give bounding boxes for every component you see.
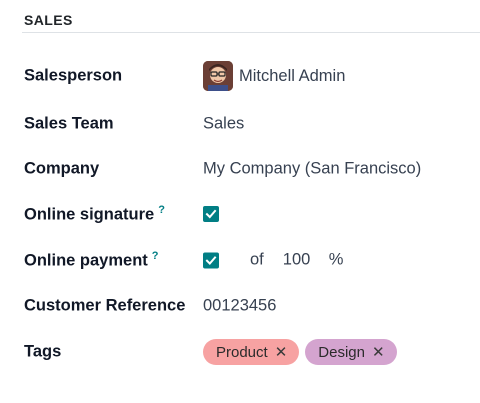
checkmark-icon	[205, 209, 217, 219]
sales-team-label: Sales Team	[24, 114, 114, 133]
online-payment-field: of 100 %	[203, 251, 343, 270]
tags-field[interactable]: Product ✕ Design ✕	[203, 339, 403, 365]
salesperson-label: Salesperson	[24, 66, 123, 85]
company-row: Company My Company (San Francisco)	[0, 153, 480, 185]
customer-reference-label: Customer Reference	[24, 296, 186, 315]
tag-label: Design	[318, 343, 365, 361]
online-signature-label: Online signature?	[24, 204, 165, 225]
salesperson-row: Salesperson Mitchell Admin	[0, 60, 480, 92]
tags-row: Tags Product ✕ Design ✕	[0, 336, 480, 368]
company-label: Company	[24, 159, 100, 178]
help-icon[interactable]: ?	[158, 204, 165, 216]
online-signature-row: Online signature?	[0, 198, 480, 230]
salesperson-field[interactable]: Mitchell Admin	[203, 61, 345, 91]
online-payment-label-text: Online payment	[24, 251, 148, 270]
customer-reference-field[interactable]: 00123456	[203, 297, 276, 316]
close-icon[interactable]: ✕	[275, 343, 288, 361]
close-icon[interactable]: ✕	[372, 343, 385, 361]
online-payment-label: Online payment?	[24, 250, 159, 271]
online-payment-row: Online payment? of 100 %	[0, 244, 480, 276]
online-signature-field	[203, 206, 219, 222]
sales-team-row: Sales Team Sales	[0, 108, 480, 140]
prepayment-percent-input[interactable]: 100	[283, 251, 313, 270]
salesperson-value: Mitchell Admin	[239, 66, 346, 85]
online-signature-checkbox[interactable]	[203, 206, 219, 222]
company-field[interactable]: My Company (San Francisco)	[203, 160, 421, 179]
help-icon[interactable]: ?	[152, 250, 159, 262]
section-title: SALES	[24, 12, 73, 28]
checkmark-icon	[205, 255, 217, 265]
online-payment-checkbox[interactable]	[203, 252, 219, 268]
of-label: of	[250, 250, 264, 269]
tag-product[interactable]: Product ✕	[203, 339, 300, 365]
customer-reference-row: Customer Reference 00123456	[0, 290, 480, 322]
tag-design[interactable]: Design ✕	[305, 339, 397, 365]
percent-sign: %	[328, 250, 344, 269]
online-signature-label-text: Online signature	[24, 205, 155, 224]
avatar	[203, 61, 233, 91]
section-divider	[22, 32, 480, 33]
tag-label: Product	[216, 343, 268, 361]
tags-label: Tags	[24, 342, 62, 361]
sales-team-field[interactable]: Sales	[203, 115, 244, 134]
